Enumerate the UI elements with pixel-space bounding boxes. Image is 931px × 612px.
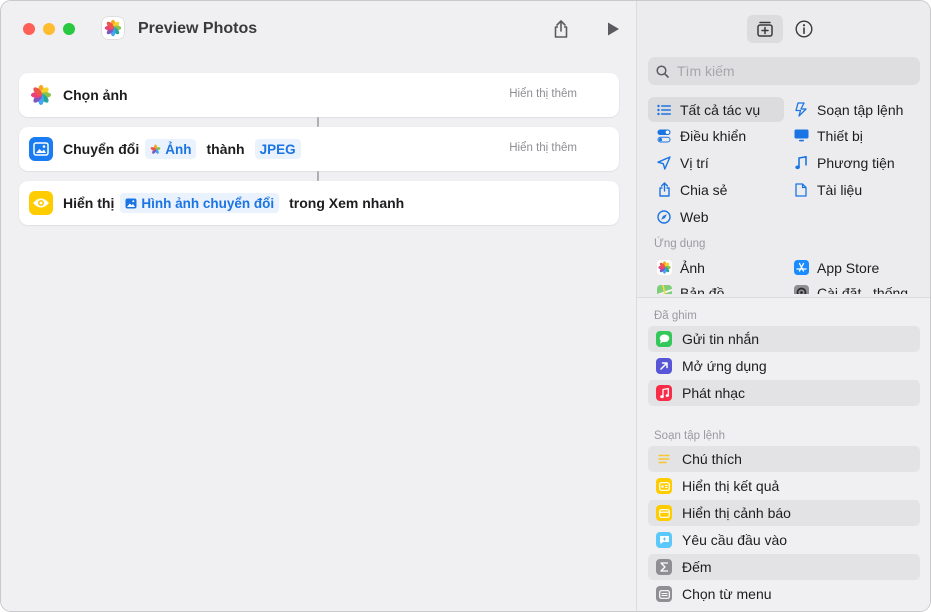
action-label: Chuyển đổi (63, 141, 140, 157)
app-store-icon (793, 260, 809, 276)
shortcuts-window: Preview Photos Chọn ảnh Hiển thị thêm Ch… (0, 0, 931, 612)
document-icon (793, 182, 809, 198)
category-scripting[interactable]: Soạn tập lệnh (785, 97, 921, 122)
action-label: Hiển thị (63, 195, 115, 211)
info-icon (795, 20, 813, 38)
category-web[interactable]: Web (648, 204, 784, 229)
action-comment[interactable]: Chú thích (648, 446, 920, 472)
music-note-icon (793, 155, 809, 171)
share-button[interactable] (549, 17, 573, 41)
category-documents[interactable]: Tài liệu (785, 177, 921, 202)
action-show-alert[interactable]: Hiển thị cảnh báo (648, 500, 920, 526)
action-connector (317, 171, 319, 181)
action-ask-for-input[interactable]: Yêu cầu đầu vào (648, 527, 920, 553)
action-choose-from-menu[interactable]: Chọn từ menu (648, 581, 920, 607)
search-icon (656, 64, 669, 78)
minimize-button[interactable] (43, 23, 55, 35)
suffix-text: trong Xem nhanh (289, 195, 405, 211)
menu-icon (656, 586, 672, 602)
category-control[interactable]: Điều khiển (648, 123, 784, 148)
search-field[interactable] (648, 57, 920, 85)
eye-icon (29, 191, 53, 215)
photos-mini-icon (150, 143, 161, 155)
message-icon (656, 331, 672, 347)
list-icon (656, 102, 672, 118)
category-device[interactable]: Thiết bị (785, 123, 921, 148)
arrow-up-right-icon (656, 358, 672, 374)
input-token-label: Ảnh (165, 141, 192, 157)
show-more-button[interactable]: Hiển thị thêm (509, 142, 577, 154)
shortcut-editor: Preview Photos Chọn ảnh Hiển thị thêm Ch… (1, 1, 636, 611)
action-quick-look[interactable]: Hiển thị Hình ảnh chuyển đổi trong Xem n… (19, 181, 619, 225)
monitor-icon (793, 128, 809, 144)
input-token-label: Hình ảnh chuyển đổi (141, 195, 275, 211)
pinned-section-header: Đã ghim (654, 310, 697, 322)
scripting-section-header: Soạn tập lệnh (654, 430, 725, 442)
input-token[interactable]: Hình ảnh chuyển đổi (120, 193, 280, 213)
comment-lines-icon (656, 451, 672, 467)
photos-icon (656, 260, 672, 276)
location-arrow-icon (656, 155, 672, 171)
maps-icon (656, 284, 672, 294)
action-count[interactable]: Đếm (648, 554, 920, 580)
show-more-button[interactable]: Hiển thị thêm (509, 88, 577, 100)
gear-icon (793, 284, 809, 294)
toggle-icon (656, 128, 672, 144)
result-icon (656, 478, 672, 494)
scripting-icon (793, 102, 809, 118)
category-location[interactable]: Vị trí (648, 150, 784, 175)
photos-app-icon (102, 17, 124, 39)
action-open-app[interactable]: Mở ứng dụng (648, 353, 920, 379)
input-bubble-icon (656, 532, 672, 548)
joiner-text: thành (206, 141, 245, 157)
search-input[interactable] (677, 63, 907, 79)
category-sharing[interactable]: Chia sẻ (648, 177, 784, 202)
photos-icon (29, 83, 53, 107)
action-library: Tất cả tác vụ Điều khiển Vị trí Chia sẻ … (636, 1, 930, 611)
window-controls (23, 23, 75, 35)
share-icon (554, 20, 568, 38)
compass-icon (656, 209, 672, 225)
play-icon (608, 22, 619, 36)
add-action-icon (757, 21, 773, 37)
category-all-actions[interactable]: Tất cả tác vụ (648, 97, 784, 122)
music-note-icon (656, 385, 672, 401)
app-photos[interactable]: Ảnh (648, 255, 784, 280)
image-icon (29, 137, 53, 161)
format-token[interactable]: JPEG (254, 139, 301, 159)
action-play-music[interactable]: Phát nhạc (648, 380, 920, 406)
apps-section-header: Ứng dụng (654, 238, 706, 250)
window-title: Preview Photos (138, 20, 258, 37)
alert-icon (656, 505, 672, 521)
action-connector (317, 117, 319, 127)
action-show-result[interactable]: Hiển thị kết quả (648, 473, 920, 499)
action-send-message[interactable]: Gửi tin nhắn (648, 326, 920, 352)
share-icon (656, 182, 672, 198)
action-convert-image[interactable]: Chuyển đổi Ảnh thành JPEG Hiển thị thêm (19, 127, 619, 171)
app-maps[interactable]: Bản đồ (648, 281, 784, 294)
action-choose-photos[interactable]: Chọn ảnh Hiển thị thêm (19, 73, 619, 117)
zoom-button[interactable] (63, 23, 75, 35)
app-app-store[interactable]: App Store (785, 255, 921, 280)
app-settings[interactable]: Cài đặt...thống (785, 281, 921, 294)
action-library-tab[interactable] (747, 15, 783, 43)
input-token[interactable]: Ảnh (145, 139, 197, 159)
details-tab[interactable] (786, 15, 822, 43)
sigma-icon (656, 559, 672, 575)
library-actions-list: Đã ghim Gửi tin nhắn Mở ứng dụng Phát nh… (637, 297, 930, 611)
image-mini-icon (125, 198, 137, 209)
close-button[interactable] (23, 23, 35, 35)
library-categories-panel: Tất cả tác vụ Điều khiển Vị trí Chia sẻ … (637, 1, 930, 294)
action-label: Chọn ảnh (63, 87, 128, 103)
run-button[interactable] (601, 17, 625, 41)
category-media[interactable]: Phương tiện (785, 150, 921, 175)
